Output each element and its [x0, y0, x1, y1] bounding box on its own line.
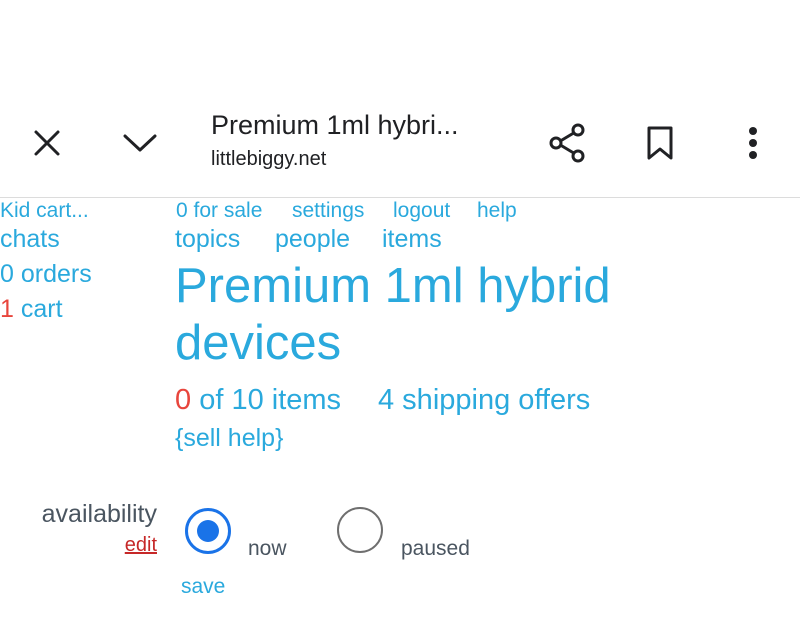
radio-paused-label: paused: [401, 537, 470, 560]
more-vert-icon[interactable]: [733, 120, 773, 166]
cart-count: 1: [0, 295, 14, 323]
browser-toolbar: Premium 1ml hybri... littlebiggy.net: [0, 90, 800, 198]
radio-paused[interactable]: [337, 507, 383, 553]
items-count-link[interactable]: 0 of 10 items: [175, 383, 341, 417]
people-link[interactable]: people: [275, 224, 350, 254]
availability-label: availability: [41, 500, 157, 528]
topics-link[interactable]: topics: [175, 224, 240, 254]
shipping-offers-link[interactable]: 4 shipping offers: [378, 383, 590, 417]
share-icon[interactable]: [545, 120, 589, 166]
settings-link[interactable]: settings: [292, 199, 364, 223]
close-icon[interactable]: [26, 122, 68, 164]
page-title: Premium 1ml hybri...: [211, 110, 459, 140]
radio-now-label: now: [248, 537, 287, 560]
kid-cart-link[interactable]: Kid cart...: [0, 199, 89, 223]
items-of-label: of 10 items: [191, 384, 342, 416]
page-domain: littlebiggy.net: [211, 148, 327, 170]
orders-link[interactable]: 0 orders: [0, 259, 92, 289]
page-title-block: Premium 1ml hybri... littlebiggy.net: [211, 108, 459, 172]
save-button[interactable]: save: [181, 575, 225, 599]
chevron-down-icon[interactable]: [118, 122, 162, 164]
cart-link[interactable]: 1 cart: [0, 294, 63, 324]
items-count: 0: [175, 384, 192, 416]
bookmark-icon[interactable]: [638, 120, 682, 166]
sell-help-link[interactable]: {sell help}: [175, 423, 283, 453]
help-link[interactable]: help: [477, 199, 517, 223]
edit-link[interactable]: edit: [0, 534, 157, 557]
items-link[interactable]: items: [382, 224, 442, 254]
listing-title[interactable]: Premium 1ml hybrid devices: [175, 258, 735, 372]
chats-link[interactable]: chats: [0, 224, 60, 254]
for-sale-link[interactable]: 0 for sale: [176, 199, 262, 223]
cart-label: cart: [13, 295, 63, 323]
logout-link[interactable]: logout: [393, 199, 450, 223]
radio-now[interactable]: [185, 508, 231, 554]
